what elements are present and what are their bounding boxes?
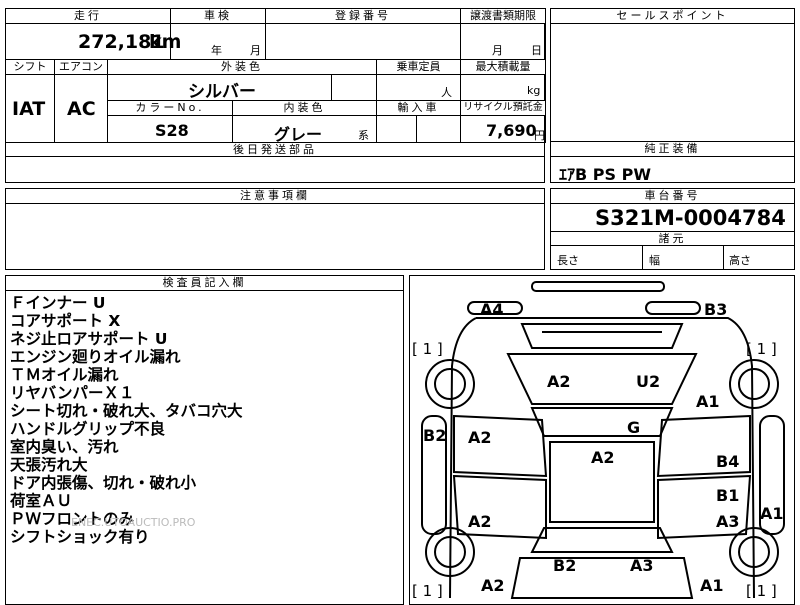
height-label: 高さ — [729, 254, 751, 267]
color-no-value: S28 — [155, 121, 189, 140]
damage-mark: A2 — [591, 448, 615, 467]
load-unit: kg — [527, 84, 541, 97]
damage-mark: A2 — [468, 512, 492, 531]
damage-mark: A4 — [480, 300, 504, 319]
inspector-label: 検査員記入欄 — [6, 276, 403, 291]
import-label: 輸入車 — [377, 101, 460, 116]
inspector-note: 室内臭い、汚れ — [10, 438, 119, 456]
chassis-label: 車台番号 — [551, 189, 794, 204]
ac-label: エアコン — [55, 60, 107, 75]
inspector-box: 検査員記入欄 Ｆインナー U コアサポート X ネジ止ロアサポート U エンジン… — [5, 275, 404, 605]
inspector-note: シート切れ・破れ大、タバコ穴大 — [10, 402, 243, 420]
inspection-month-unit: 月 — [250, 44, 261, 57]
inspector-note: エンジン廻りオイル漏れ — [10, 348, 181, 366]
capacity-unit: 人 — [441, 86, 452, 99]
damage-mark: A1 — [760, 504, 784, 523]
inspector-note: Ｆインナー U — [10, 294, 106, 312]
sales-point-label: セールスポイント — [551, 9, 794, 24]
chassis-number: S321M-0004784 — [595, 206, 786, 230]
transfer-month-unit: 月 — [492, 44, 503, 57]
inspector-note: シフトショック有り — [10, 528, 150, 546]
inspector-note: リヤバンパーＸ１ — [10, 384, 135, 402]
equipment-value: ｴｱB PS PW — [559, 165, 651, 184]
damage-mark: A2 — [468, 428, 492, 447]
inspection-year-unit: 年 — [211, 44, 222, 57]
damage-mark: B3 — [704, 300, 728, 319]
reg-number-label: 登録番号 — [266, 9, 460, 24]
transfer-deadline-label: 譲渡書類期限 — [461, 9, 545, 24]
sales-point-box: セールスポイント — [550, 8, 795, 142]
damage-mark: A2 — [547, 372, 571, 391]
equipment-label: 純正装備 — [551, 142, 794, 157]
bracket-rear-right: [ 1 ] — [746, 582, 777, 600]
color-no-label: カラーNo. — [108, 101, 232, 116]
watermark: ENEC.UTOAUCTIO.PRO — [71, 516, 196, 529]
damage-mark: A3 — [630, 556, 654, 575]
exterior-color-label: 外装色 — [108, 60, 376, 75]
max-load-label: 最大積載量 — [461, 60, 545, 75]
inspector-note: ハンドルグリップ不良 — [10, 420, 166, 438]
interior-color-label: 内装色 — [233, 101, 376, 116]
recycle-value: 7,690 — [486, 121, 537, 140]
damage-mark: B1 — [716, 486, 740, 505]
damage-mark: G — [627, 418, 641, 437]
capacity-label: 乗車定員 — [377, 60, 460, 75]
damage-mark: B4 — [716, 452, 740, 471]
chassis-box: 車台番号 S321M-0004784 諸元 長さ 幅 高さ — [550, 188, 795, 270]
inspection-label: 車検 — [171, 9, 265, 24]
recycle-deposit-label: リサイクル預託金 — [461, 101, 545, 116]
shift-value: IAT — [12, 98, 46, 120]
bracket-rear-left: [ 1 ] — [412, 582, 443, 600]
inspector-note: 天張汚れ大 — [10, 456, 88, 474]
car-diagram-box: A4 B3 A2 U2 A1 G B2 A2 A2 B4 B1 A2 A3 A1… — [409, 275, 795, 605]
transfer-day-unit: 日 — [531, 44, 542, 57]
inspector-notes-list: Ｆインナー U コアサポート X ネジ止ロアサポート U エンジン廻りオイル漏れ… — [10, 294, 243, 546]
inspector-note: 荷室ＡＵ — [10, 492, 73, 510]
interior-suffix: 系 — [358, 129, 369, 142]
mileage-label: 走行 — [6, 9, 170, 24]
length-label: 長さ — [557, 254, 579, 267]
spec-box: シフト IAT エアコン AC 外装色 シルバー 乗車定員 人 最大積載量 kg… — [5, 59, 546, 157]
bracket-front-right: [ 1 ] — [746, 340, 777, 358]
damage-mark: A1 — [696, 392, 720, 411]
bracket-front-left: [ 1 ] — [412, 340, 443, 358]
damage-mark: B2 — [423, 426, 447, 445]
exterior-color-value: シルバー — [188, 82, 256, 102]
notes-label: 注意事項欄 — [6, 189, 544, 204]
import-sub-cell — [416, 115, 461, 143]
notes-box: 注意事項欄 — [5, 188, 545, 270]
recycle-unit: 円 — [534, 129, 545, 142]
width-label: 幅 — [649, 254, 660, 267]
later-parts-area — [5, 156, 545, 183]
damage-mark: A2 — [481, 576, 505, 595]
inspector-note: ＴＭオイル漏れ — [10, 366, 119, 384]
damage-mark: U2 — [636, 372, 661, 391]
ac-value: AC — [67, 98, 96, 120]
top-info-box: 走行 272,181 km 車検 年 月 登録番号 譲渡書類期限 月 日 — [5, 8, 546, 60]
inspector-note: ネジ止ロアサポート U — [10, 330, 168, 348]
damage-mark: A1 — [700, 576, 724, 595]
damage-mark: A3 — [716, 512, 740, 531]
later-parts-label: 後日発送部品 — [6, 142, 544, 157]
inspector-note: ドア内張傷、切れ・破れ小 — [10, 474, 197, 492]
damage-mark: B2 — [553, 556, 577, 575]
equipment-box: 純正装備 ｴｱB PS PW — [550, 141, 795, 184]
dims-label: 諸元 — [551, 231, 794, 246]
exterior-sub-cell — [331, 74, 377, 101]
shift-label: シフト — [6, 60, 54, 75]
inspector-note: コアサポート X — [10, 312, 121, 330]
